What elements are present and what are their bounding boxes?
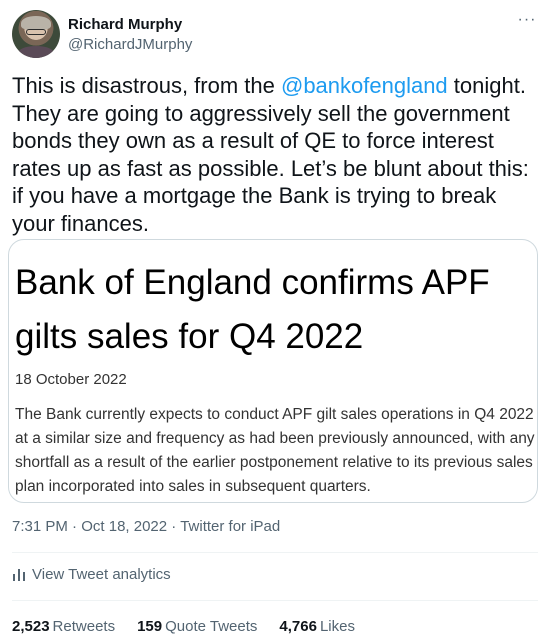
- avatar-shirt: [18, 46, 54, 58]
- analytics-link[interactable]: View Tweet analytics: [12, 566, 171, 583]
- attached-image-card[interactable]: Bank of England confirms APF gilts sales…: [8, 239, 538, 503]
- avatar-glasses: [26, 29, 46, 35]
- retweets-label: Retweets: [52, 618, 116, 635]
- divider: [12, 552, 538, 553]
- quotes-count: 159: [137, 618, 163, 635]
- card-title: Bank of England confirms APF gilts sales…: [15, 263, 490, 356]
- likes-count: 4,766: [279, 618, 317, 635]
- meta-separator: ·: [67, 518, 82, 535]
- tweet-source[interactable]: Twitter for iPad: [180, 518, 280, 535]
- more-options-icon[interactable]: ···: [516, 12, 538, 30]
- quotes-stat[interactable]: 159 Quote Tweets: [137, 618, 257, 635]
- analytics-icon: [12, 568, 26, 582]
- user-handle[interactable]: @RichardJMurphy: [68, 36, 192, 53]
- card-date: 18 October 2022: [15, 371, 127, 388]
- likes-stat[interactable]: 4,766 Likes: [279, 618, 355, 635]
- retweets-stat[interactable]: 2,523 Retweets: [12, 618, 115, 635]
- likes-label: Likes: [319, 618, 355, 635]
- tweet-header: Richard Murphy @RichardJMurphy ···: [12, 10, 538, 58]
- tweet-text: This is disastrous, from the @bankofengl…: [12, 72, 542, 237]
- user-name[interactable]: Richard Murphy: [68, 16, 182, 33]
- divider: [12, 600, 538, 601]
- retweets-count: 2,523: [12, 618, 50, 635]
- tweet-time[interactable]: 7:31 PM: [12, 518, 68, 535]
- tweet-text-before: This is disastrous, from the: [12, 73, 281, 98]
- quotes-label: Quote Tweets: [165, 618, 258, 635]
- tweet-date[interactable]: Oct 18, 2022: [81, 518, 167, 535]
- tweet-meta: 7:31 PM · Oct 18, 2022 · Twitter for iPa…: [12, 518, 280, 535]
- mention-link[interactable]: @bankofengland: [281, 73, 448, 98]
- avatar[interactable]: [12, 10, 60, 58]
- analytics-label: View Tweet analytics: [32, 566, 171, 583]
- meta-separator: ·: [167, 518, 181, 535]
- card-body: The Bank currently expects to conduct AP…: [15, 406, 535, 495]
- tweet-stats: 2,523 Retweets 159 Quote Tweets 4,766 Likes: [12, 618, 377, 635]
- avatar-hair: [21, 16, 51, 30]
